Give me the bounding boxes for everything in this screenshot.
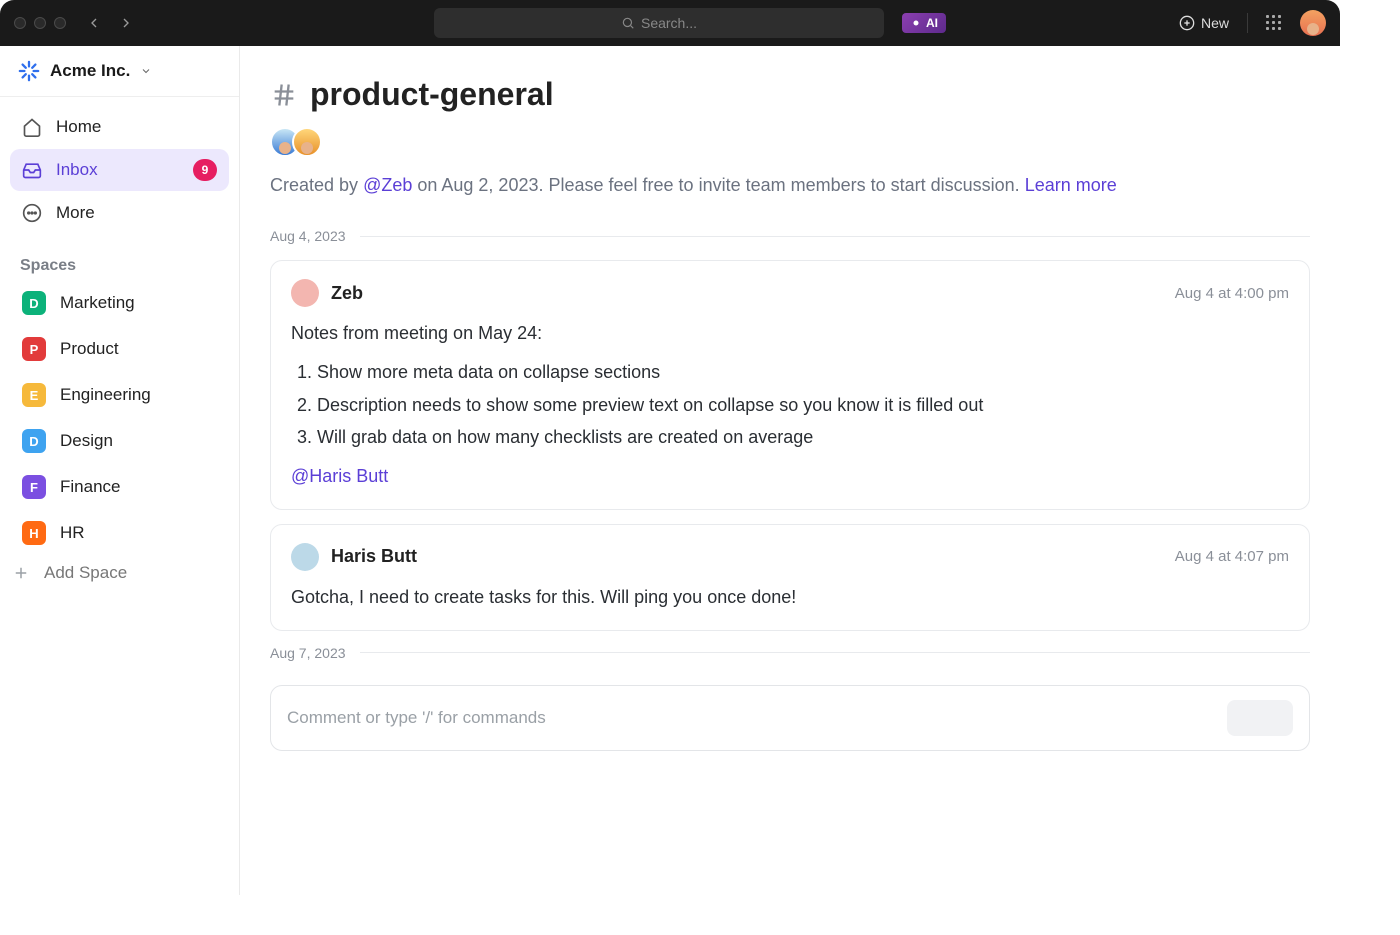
- channel-name: product-general: [310, 76, 554, 113]
- date-divider: Aug 4, 2023: [270, 228, 1310, 244]
- space-label: Design: [60, 431, 113, 451]
- inbox-badge: 9: [193, 159, 217, 181]
- sidebar: Acme Inc. Home Inbox 9 More Spaces: [0, 46, 240, 895]
- workspace-name: Acme Inc.: [50, 61, 130, 81]
- app-window: Search... AI New: [0, 0, 1340, 895]
- more-icon: [22, 203, 42, 223]
- member-avatar: [292, 127, 322, 157]
- new-button[interactable]: New: [1179, 15, 1229, 31]
- channel-members[interactable]: [270, 127, 1310, 157]
- space-avatar: E: [22, 383, 46, 407]
- channel-title: product-general: [270, 76, 1310, 113]
- search-icon: [621, 16, 635, 30]
- creator-mention[interactable]: @Zeb: [363, 175, 412, 195]
- learn-more-link[interactable]: Learn more: [1025, 175, 1117, 195]
- search-input[interactable]: Search...: [434, 8, 884, 38]
- space-label: HR: [60, 523, 85, 543]
- send-button[interactable]: [1227, 700, 1293, 736]
- mention[interactable]: @Haris Butt: [291, 462, 1289, 491]
- message-author: Haris Butt: [331, 546, 417, 567]
- topbar: Search... AI New: [0, 0, 1340, 46]
- forward-icon[interactable]: [118, 15, 134, 31]
- composer-input[interactable]: [287, 708, 1227, 728]
- space-item[interactable]: D Marketing: [10, 283, 229, 323]
- space-item[interactable]: E Engineering: [10, 375, 229, 415]
- date-divider: Aug 7, 2023: [270, 645, 1310, 661]
- space-label: Marketing: [60, 293, 135, 313]
- message-time: Aug 4 at 4:00 pm: [1175, 285, 1289, 302]
- space-avatar: D: [22, 429, 46, 453]
- sparkle-icon: [910, 17, 922, 29]
- space-label: Engineering: [60, 385, 151, 405]
- composer[interactable]: [270, 685, 1310, 751]
- workspace-switcher[interactable]: Acme Inc.: [0, 46, 239, 97]
- workspace-logo-icon: [18, 60, 40, 82]
- space-item[interactable]: H HR: [10, 513, 229, 553]
- plus-icon: [12, 564, 30, 582]
- message-avatar: [291, 279, 319, 307]
- back-icon[interactable]: [86, 15, 102, 31]
- space-label: Finance: [60, 477, 120, 497]
- space-avatar: D: [22, 291, 46, 315]
- message: Zeb Aug 4 at 4:00 pm Notes from meeting on…: [270, 260, 1310, 510]
- apps-grid-icon[interactable]: [1266, 15, 1282, 31]
- spaces-list: D Marketing P Product E Engineering D Design F Fi…: [0, 283, 239, 553]
- window-controls[interactable]: [14, 17, 66, 29]
- spaces-heading: Spaces: [0, 237, 239, 283]
- space-avatar: H: [22, 521, 46, 545]
- channel-description: Created by @Zeb on Aug 2, 2023. Please f…: [270, 175, 1310, 196]
- inbox-icon: [22, 160, 42, 180]
- hash-icon: [270, 81, 298, 109]
- space-label: Product: [60, 339, 119, 359]
- space-item[interactable]: P Product: [10, 329, 229, 369]
- sidebar-item-home[interactable]: Home: [10, 107, 229, 147]
- message-avatar: [291, 543, 319, 571]
- space-item[interactable]: F Finance: [10, 467, 229, 507]
- chevron-down-icon: [140, 65, 152, 77]
- space-avatar: P: [22, 337, 46, 361]
- space-item[interactable]: D Design: [10, 421, 229, 461]
- message-time: Aug 4 at 4:07 pm: [1175, 548, 1289, 565]
- messages-list: Zeb Aug 4 at 4:00 pm Notes from meeting on…: [270, 260, 1310, 631]
- message: Haris Butt Aug 4 at 4:07 pm Gotcha, I need…: [270, 524, 1310, 631]
- message-body: Gotcha, I need to create tasks for this.…: [291, 583, 1289, 612]
- sidebar-item-inbox[interactable]: Inbox 9: [10, 149, 229, 191]
- message-body: Notes from meeting on May 24:Show more m…: [291, 319, 1289, 491]
- sidebar-item-more[interactable]: More: [10, 193, 229, 233]
- plus-circle-icon: [1179, 15, 1195, 31]
- add-space-button[interactable]: Add Space: [0, 553, 239, 593]
- search-placeholder: Search...: [641, 15, 697, 31]
- ai-button[interactable]: AI: [902, 13, 946, 33]
- main-content: product-general Created by @Zeb on Aug 2…: [240, 46, 1340, 895]
- user-avatar[interactable]: [1300, 10, 1326, 36]
- message-author: Zeb: [331, 283, 363, 304]
- home-icon: [22, 117, 42, 137]
- space-avatar: F: [22, 475, 46, 499]
